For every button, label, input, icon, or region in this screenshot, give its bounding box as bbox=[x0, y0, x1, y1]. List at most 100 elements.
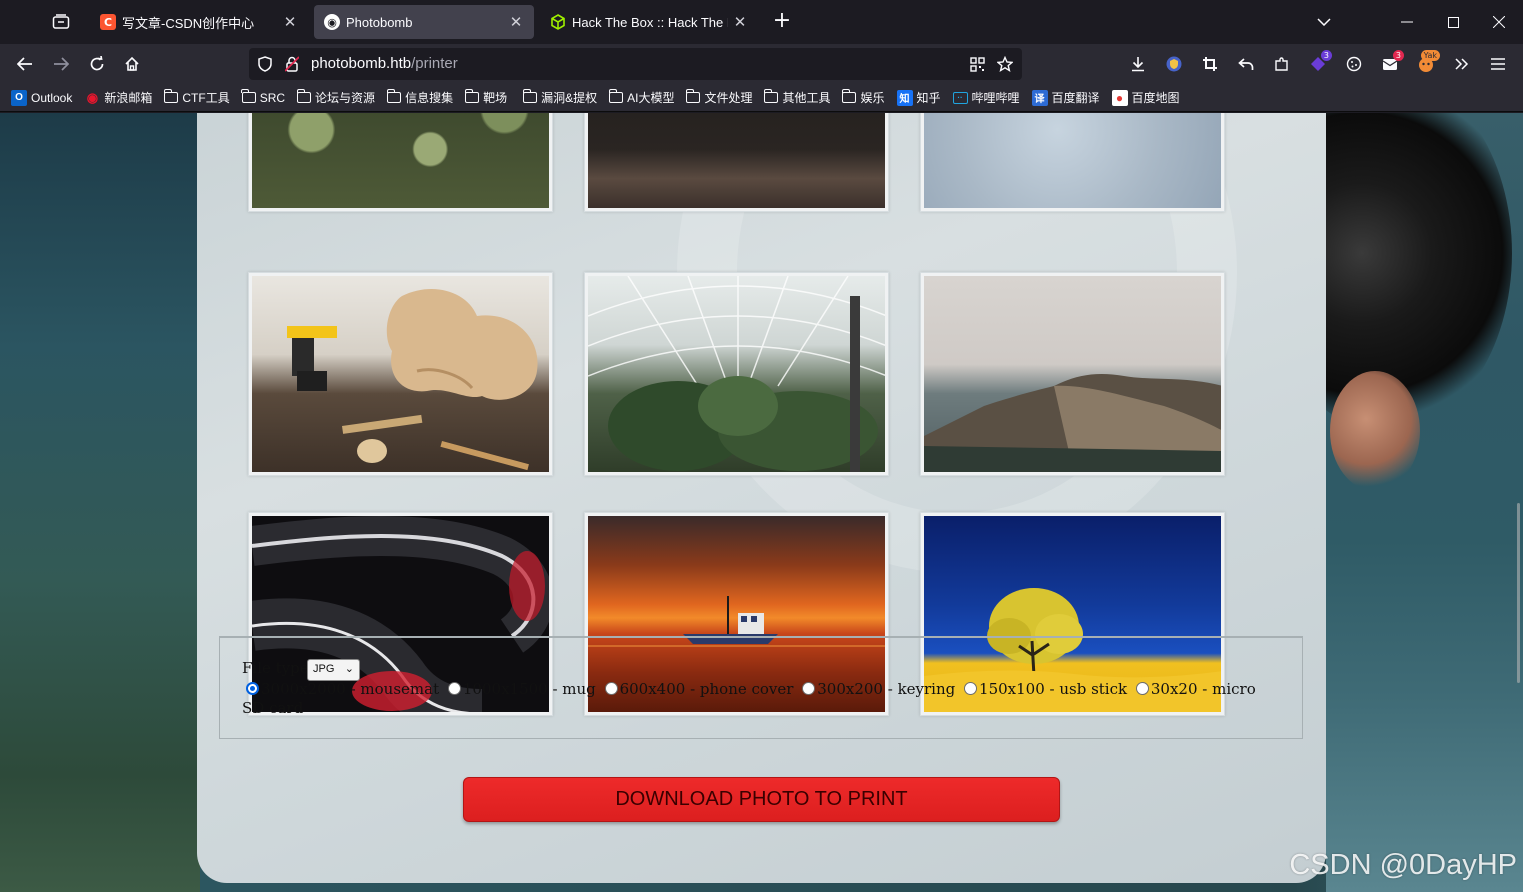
url-bar[interactable]: photobomb.htb/printer bbox=[249, 48, 1022, 80]
photo-thumb[interactable] bbox=[920, 113, 1225, 212]
tab-list-button[interactable] bbox=[44, 8, 78, 36]
size-label[interactable]: 300x200 - keyring bbox=[817, 680, 955, 698]
file-type-select[interactable]: JPG ⌄ bbox=[307, 659, 360, 681]
tab-hackthebox[interactable]: Hack The Box :: Hack The Box ✕ bbox=[540, 5, 758, 39]
file-type-label: File type bbox=[242, 659, 309, 677]
navigation-toolbar: photobomb.htb/printer 3 3 Yak bbox=[0, 44, 1523, 84]
size-radio-mug[interactable] bbox=[447, 682, 461, 695]
tab-title: Photobomb bbox=[346, 14, 413, 30]
file-type-value: JPG bbox=[313, 663, 335, 675]
bookmark-baidu-map[interactable]: ● 百度地图 bbox=[1111, 89, 1180, 106]
coastline-photo bbox=[924, 276, 1221, 472]
bookmark-baidu-translate[interactable]: 译百度翻译 bbox=[1031, 89, 1100, 106]
download-photo-button[interactable]: DOWNLOAD PHOTO TO PRINT bbox=[463, 777, 1060, 822]
tab-photobomb[interactable]: ◉ Photobomb ✕ bbox=[314, 5, 534, 39]
bilibili-icon: ·· bbox=[952, 91, 968, 104]
close-tab-icon[interactable]: ✕ bbox=[508, 13, 524, 31]
printer-panel: File type JPG ⌄ 3000x2000 - mousemat 100… bbox=[197, 113, 1326, 883]
yak-badge: Yak bbox=[1420, 50, 1440, 61]
bookmark-folder-recon[interactable]: 信息搜集 bbox=[386, 89, 454, 106]
size-radio-mousemat[interactable] bbox=[246, 682, 259, 695]
tab-title: 写文章-CSDN创作中心 bbox=[122, 15, 255, 31]
bookmark-folder-src[interactable]: SRC bbox=[241, 89, 285, 105]
downloads-button[interactable] bbox=[1124, 50, 1152, 78]
bookmark-label: 漏洞&提权 bbox=[541, 91, 598, 105]
size-label[interactable]: 1000x1500 - mug bbox=[463, 680, 596, 698]
bookmark-folder-forum[interactable]: 论坛与资源 bbox=[296, 89, 375, 106]
tab-title: Hack The Box :: Hack The Box bbox=[572, 14, 728, 30]
yakit-extension-button[interactable]: Yak bbox=[1412, 50, 1440, 78]
extensions-button[interactable] bbox=[1268, 50, 1296, 78]
minimize-button[interactable] bbox=[1384, 0, 1430, 44]
photo-thumb[interactable] bbox=[248, 272, 553, 476]
back-button[interactable] bbox=[11, 50, 39, 78]
bookmark-label: 百度翻译 bbox=[1051, 91, 1100, 105]
page-scrollbar[interactable] bbox=[1517, 503, 1520, 683]
close-tab-icon[interactable]: ✕ bbox=[282, 13, 298, 31]
size-radio-phone-cover[interactable] bbox=[604, 682, 618, 695]
size-label[interactable]: 3000x2000 - mousemat bbox=[261, 680, 439, 698]
baidu-map-icon: ● bbox=[1111, 89, 1128, 106]
bookmark-bilibili[interactable]: ·· 哔哩哔哩 bbox=[952, 89, 1020, 106]
bookmark-label: 文件处理 bbox=[704, 91, 753, 105]
bookmark-sina-mail[interactable]: ◉ 新浪邮箱 bbox=[84, 89, 153, 106]
bookmark-label: 信息搜集 bbox=[405, 91, 454, 105]
insecure-lock-icon[interactable] bbox=[282, 54, 302, 74]
bookmark-folder-fun[interactable]: 娱乐 bbox=[841, 89, 885, 106]
forward-button[interactable] bbox=[47, 50, 75, 78]
home-icon bbox=[125, 56, 139, 71]
bookmark-folder-range[interactable]: 靶场 bbox=[464, 89, 508, 106]
photo-thumb[interactable] bbox=[920, 272, 1225, 476]
shield-icon[interactable] bbox=[255, 54, 275, 74]
tab-overflow-chevron-icon[interactable] bbox=[1301, 0, 1347, 44]
close-tab-icon[interactable]: ✕ bbox=[732, 13, 748, 31]
tab-list-icon bbox=[52, 14, 70, 29]
download-icon bbox=[1132, 57, 1144, 72]
bookmark-label: 百度地图 bbox=[1131, 91, 1180, 105]
purple-extension-button[interactable]: 3 bbox=[1304, 50, 1332, 78]
bookmark-folder-files[interactable]: 文件处理 bbox=[685, 89, 753, 106]
screenshot-crop-button[interactable] bbox=[1196, 50, 1224, 78]
size-label[interactable]: 600x400 - phone cover bbox=[620, 680, 794, 698]
cookie-extension-button[interactable] bbox=[1340, 50, 1368, 78]
bookmark-folder-other-tools[interactable]: 其他工具 bbox=[763, 89, 830, 106]
bookmark-star-icon[interactable] bbox=[995, 54, 1015, 74]
more-tools-button[interactable] bbox=[1448, 50, 1476, 78]
maximize-button[interactable] bbox=[1430, 0, 1476, 44]
app-menu-button[interactable] bbox=[1484, 50, 1512, 78]
size-options: 3000x2000 - mousemat 1000x1500 - mug 600… bbox=[242, 680, 1272, 718]
bookmark-folder-ctf[interactable]: CTF工具 bbox=[163, 89, 230, 106]
photo-thumb[interactable] bbox=[248, 113, 553, 212]
bookmark-folder-ai[interactable]: AI大模型 bbox=[608, 89, 674, 106]
size-radio-micro-sd[interactable] bbox=[1135, 682, 1149, 695]
photo-thumb[interactable] bbox=[584, 272, 889, 476]
bookmark-outlook[interactable]: O Outlook bbox=[11, 89, 72, 106]
puzzle-icon bbox=[1275, 57, 1288, 71]
extension-shield-button[interactable] bbox=[1160, 50, 1188, 78]
tab-csdn[interactable]: C 写文章-CSDN创作中心 ✕ bbox=[90, 5, 308, 39]
mail-extension-button[interactable]: 3 bbox=[1376, 50, 1404, 78]
folder-icon bbox=[763, 89, 779, 103]
bookmark-folder-vuln[interactable]: 漏洞&提权 bbox=[522, 89, 598, 106]
qr-code-icon[interactable] bbox=[967, 54, 987, 74]
close-window-button[interactable] bbox=[1476, 0, 1522, 44]
folder-icon bbox=[608, 89, 624, 103]
reload-button[interactable] bbox=[83, 50, 111, 78]
size-label[interactable]: 150x100 - usb stick bbox=[979, 680, 1127, 698]
size-radio-keyring[interactable] bbox=[802, 682, 816, 695]
bookmark-zhihu[interactable]: 知知乎 bbox=[896, 89, 941, 106]
outlook-icon: O bbox=[11, 89, 27, 106]
bookmark-label: 哔哩哔哩 bbox=[971, 91, 1020, 105]
home-button[interactable] bbox=[118, 50, 146, 78]
mail-badge: 3 bbox=[1392, 50, 1404, 61]
undo-button[interactable] bbox=[1232, 50, 1260, 78]
forward-arrow-icon bbox=[54, 57, 69, 71]
extension-badge: 3 bbox=[1320, 50, 1332, 61]
photo-thumb[interactable] bbox=[584, 113, 889, 212]
size-radio-usb-stick[interactable] bbox=[964, 682, 978, 695]
bookmark-label: 靶场 bbox=[483, 91, 508, 105]
new-tab-button[interactable]: + bbox=[768, 8, 796, 36]
url-text[interactable]: photobomb.htb/printer bbox=[311, 55, 458, 72]
chevron-down-icon: ⌄ bbox=[344, 663, 354, 675]
crop-icon bbox=[1203, 57, 1217, 71]
